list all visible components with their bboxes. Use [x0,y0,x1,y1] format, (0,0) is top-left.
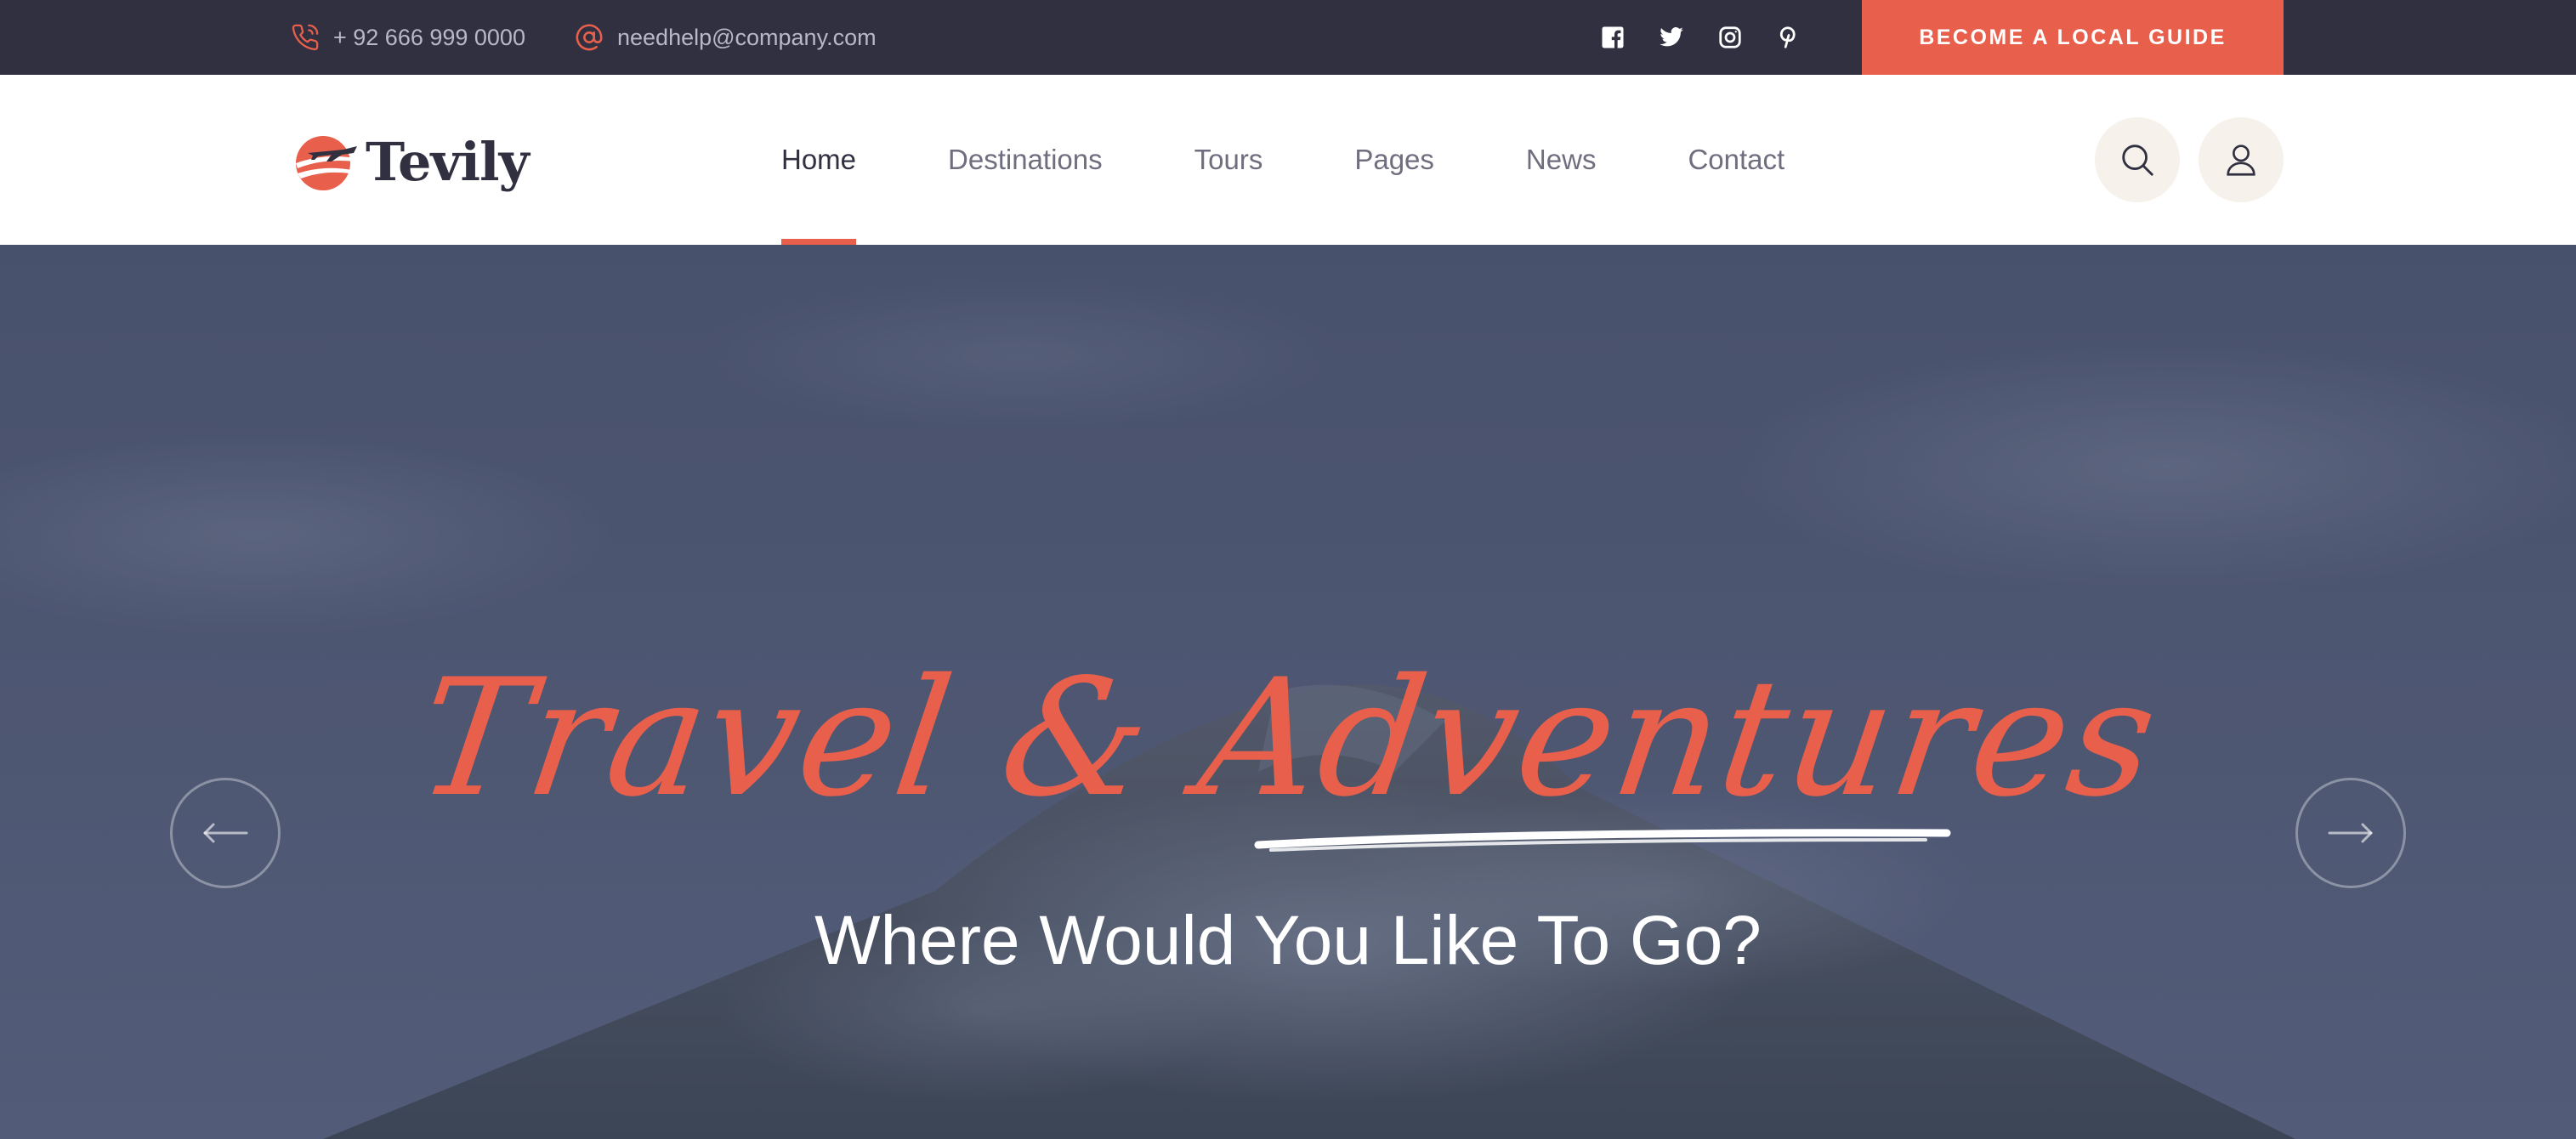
instagram-icon[interactable] [1716,23,1745,52]
nav-item-home[interactable]: Home [781,75,857,245]
social-links [1598,0,1833,75]
at-icon [576,24,603,51]
main-header: Tevily Home Destinations Tours Pages New… [0,75,2576,245]
brush-underline [1254,829,1951,852]
user-icon [2227,144,2255,176]
search-button[interactable] [2095,117,2180,202]
facebook-icon[interactable] [1598,23,1627,52]
top-bar: + 92 666 999 0000 needhelp@company.com B… [0,0,2576,75]
nav-item-news[interactable]: News [1526,75,1597,245]
logo[interactable]: Tevily [292,128,530,196]
user-account-button[interactable] [2199,117,2284,202]
nav-item-destinations[interactable]: Destinations [948,75,1103,245]
hero-script-title: Travel & Adventures [407,644,2169,832]
phone-icon [292,24,319,51]
hero-subtitle: Where Would You Like To Go? [814,902,1762,979]
hero-slider: Travel & Adventures Where Would You Like… [0,245,2576,1139]
pinterest-icon[interactable] [1774,23,1803,52]
twitter-icon[interactable] [1657,23,1686,52]
email-contact[interactable]: needhelp@company.com [575,0,877,75]
search-icon [2122,144,2153,176]
nav-item-tours[interactable]: Tours [1194,75,1263,245]
phone-text: + 92 666 999 0000 [333,24,525,50]
phone-contact[interactable]: + 92 666 999 0000 [291,0,525,75]
nav-item-pages[interactable]: Pages [1354,75,1434,245]
email-text: needhelp@company.com [617,24,877,50]
main-nav: Home Destinations Tours Pages News Conta… [781,75,1876,245]
logo-text: Tevily [366,130,530,193]
logo-plane-icon [296,136,357,190]
become-local-guide-button[interactable]: BECOME A LOCAL GUIDE [1862,0,2284,75]
nav-item-contact[interactable]: Contact [1688,75,1784,245]
